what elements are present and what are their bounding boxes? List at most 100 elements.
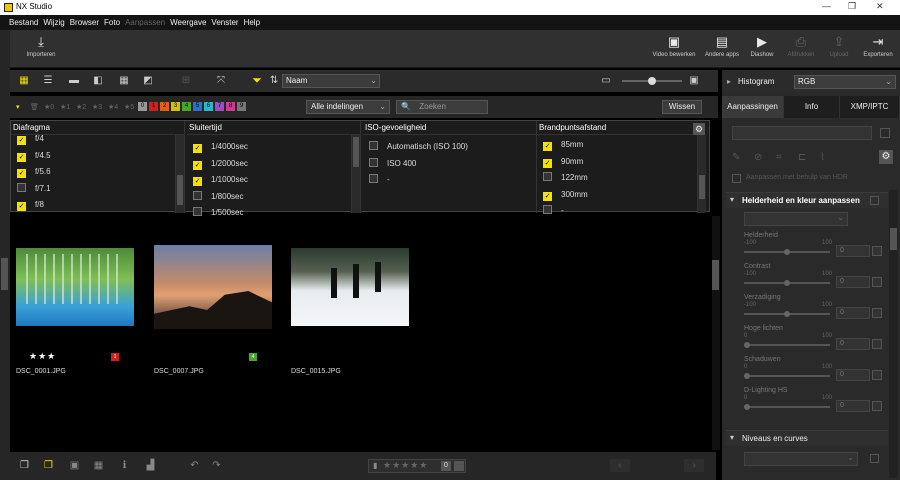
arrange-icon[interactable]: ⊞ — [180, 75, 192, 86]
preset-reset[interactable] — [880, 128, 890, 138]
single-view-icon[interactable]: ▬ — [68, 75, 80, 86]
delete-mark-icon[interactable]: ▮ — [373, 461, 377, 470]
crop-icon[interactable]: ⌗ — [776, 152, 782, 163]
section-brightness-color[interactable]: ▾ Helderheid en kleur aanpassen — [726, 192, 888, 208]
filter-icon[interactable]: ⏷ — [251, 74, 263, 86]
focal-filter-item[interactable]: 122mm — [543, 172, 588, 184]
checkbox[interactable]: ✓ — [17, 152, 26, 162]
rating-5[interactable]: ★5 — [124, 103, 134, 111]
close-icon[interactable]: ✕ — [876, 1, 884, 12]
aperture-filter-item[interactable]: f/7.1 — [17, 182, 51, 195]
checkbox[interactable] — [543, 172, 552, 181]
frame-icon[interactable]: ▣ — [68, 459, 81, 472]
photo-thumbnail[interactable] — [291, 248, 409, 326]
rating-1[interactable]: ★1 — [60, 103, 70, 111]
layout-select[interactable]: Alle indelingen ⌄ — [306, 100, 390, 114]
rating-zero[interactable]: 0 — [441, 461, 451, 471]
label-filter-3[interactable]: 3 — [171, 102, 180, 111]
slider-knob[interactable] — [744, 404, 750, 410]
checkbox[interactable]: ✓ — [17, 136, 26, 145]
upload-button[interactable]: ⇪ Upload — [824, 34, 854, 58]
aperture-scrollbar[interactable] — [175, 135, 184, 213]
slider-knob[interactable] — [784, 249, 790, 255]
shutter-filter-item[interactable]: 1/800sec — [193, 190, 243, 203]
focal-filter-item[interactable]: ✓ 90mm — [543, 156, 583, 168]
slider-knob[interactable] — [744, 342, 750, 348]
histogram-mode-select[interactable]: RGB ⌄ — [794, 75, 896, 89]
photo-thumbnail[interactable] — [154, 245, 272, 329]
menu-weergave[interactable]: Weergave — [170, 15, 206, 30]
levels-select[interactable]: ⌄ — [744, 452, 858, 466]
slider-reset-box[interactable] — [872, 339, 882, 349]
adjust-slider[interactable] — [744, 311, 830, 317]
left-panel-toggle[interactable] — [1, 258, 8, 290]
minimize-icon[interactable]: — — [822, 1, 831, 11]
rotate-right-icon[interactable]: ↷ — [210, 459, 223, 472]
label-filter-9[interactable]: 9 — [237, 102, 246, 111]
iso-filter-item[interactable]: ISO 400 — [369, 157, 416, 170]
aperture-filter-item[interactable]: ✓ f/8 — [17, 199, 44, 211]
adjust-slider[interactable] — [744, 342, 830, 348]
preset-select[interactable] — [732, 126, 872, 140]
import-button[interactable]: ⤓ Importeren — [22, 34, 60, 58]
menu-venster[interactable]: Venster — [211, 15, 238, 30]
tab-info[interactable]: Info — [784, 96, 840, 118]
checkbox[interactable] — [17, 182, 26, 192]
checkbox[interactable] — [369, 174, 378, 183]
scrollbar-thumb[interactable] — [890, 228, 897, 250]
shutter-filter-item[interactable]: ✓ 1/1000sec — [193, 174, 248, 186]
slider-reset-box[interactable] — [872, 308, 882, 318]
adjust-slider[interactable] — [744, 249, 830, 255]
list-view-icon[interactable]: ☰ — [42, 75, 54, 86]
iso-filter-item[interactable]: Automatisch (ISO 100) — [369, 141, 468, 153]
menu-browser[interactable]: Browser — [70, 15, 99, 30]
filter-toggle-icon[interactable]: ▾ — [16, 103, 20, 111]
checkbox[interactable]: ✓ — [193, 144, 202, 153]
print-button[interactable]: ⎙ Afdrukken — [784, 34, 818, 58]
checkbox[interactable] — [193, 207, 202, 216]
iso-filter-item[interactable]: - — [369, 174, 390, 186]
slider-value[interactable]: 0 — [836, 307, 870, 319]
label-filter-2[interactable]: 2 — [160, 102, 169, 111]
menu-help[interactable]: Help — [244, 15, 260, 30]
gear-icon[interactable]: ⚙ — [879, 150, 893, 164]
checkbox[interactable]: ✓ — [17, 169, 26, 178]
rating-4[interactable]: ★4 — [108, 103, 118, 111]
stack-selected-icon[interactable]: ❐ — [42, 459, 55, 472]
slider-value[interactable]: 0 — [836, 369, 870, 381]
slider-reset-box[interactable] — [872, 277, 882, 287]
levels-checkbox[interactable] — [870, 454, 879, 463]
label-filter-0[interactable]: 0 — [138, 102, 147, 111]
section-checkbox[interactable] — [870, 196, 879, 205]
checkbox[interactable]: ✓ — [17, 202, 26, 211]
aperture-filter-item[interactable]: ✓ f/4 — [17, 133, 44, 145]
slider-knob[interactable] — [744, 373, 750, 379]
checkbox[interactable] — [193, 190, 202, 200]
slider-knob[interactable] — [648, 77, 656, 85]
rating-2[interactable]: ★2 — [76, 103, 86, 111]
tab-adjustments[interactable]: Aanpassingen — [722, 96, 784, 118]
sort-order-icon[interactable]: ⇅ — [268, 75, 280, 86]
delete-icon[interactable]: 🗑 — [30, 103, 39, 111]
before-after-icon[interactable]: ◩ — [142, 75, 154, 86]
label-filter-7[interactable]: 7 — [215, 102, 224, 111]
label-box[interactable] — [454, 461, 464, 471]
slider-value[interactable]: 0 — [836, 338, 870, 350]
bandage-icon[interactable]: ⊘ — [754, 152, 762, 163]
shutter-scrollbar[interactable] — [351, 135, 360, 213]
fullscreen-icon[interactable]: ⤧ — [215, 75, 227, 86]
histogram-header[interactable]: ▸ Histogram RGB ⌄ — [722, 72, 900, 92]
thumbnail-size-slider[interactable] — [622, 77, 682, 85]
right-panel-scrollbar[interactable] — [889, 190, 898, 478]
checkbox[interactable]: ✓ — [193, 177, 202, 186]
checkbox[interactable]: ✓ — [543, 191, 552, 201]
histogram-icon[interactable]: ▟ — [144, 459, 157, 472]
export-button[interactable]: ⇥ Exporteren — [858, 34, 898, 58]
hdr-checkbox[interactable] — [732, 174, 741, 183]
menu-wijzig[interactable]: Wijzig — [43, 15, 64, 30]
label-filter-8[interactable]: 8 — [226, 102, 235, 111]
slider-reset-box[interactable] — [872, 401, 882, 411]
label-filter-4[interactable]: 4 — [182, 102, 191, 111]
rating-0[interactable]: ★0 — [44, 103, 54, 111]
aperture-filter-item[interactable]: ✓ f/5.6 — [17, 166, 51, 178]
